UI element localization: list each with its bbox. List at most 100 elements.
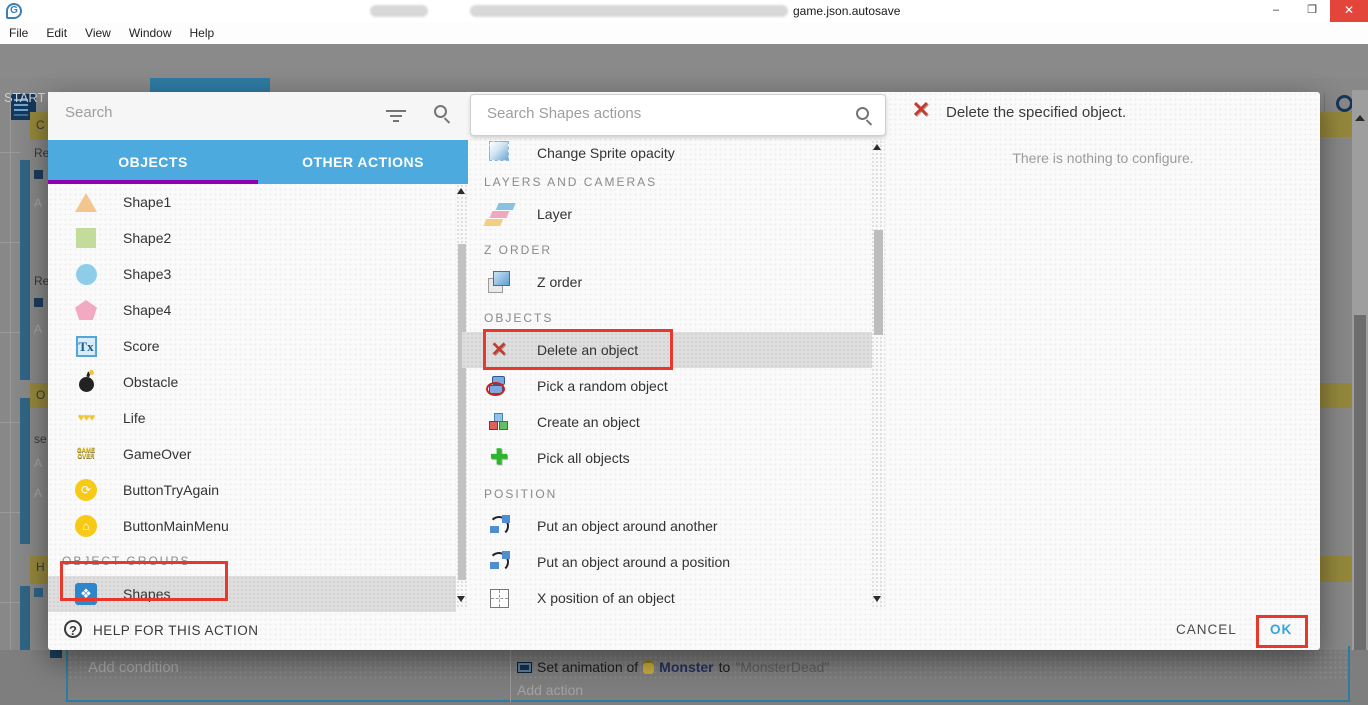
objects-list: Shape1 Shape2 Shape3 Shape4 Tx Score Obs… [48, 184, 456, 612]
object-row-buttontryagain[interactable]: ⟳ ButtonTryAgain [48, 472, 456, 508]
nothing-to-configure-message: There is nothing to configure. [886, 150, 1320, 166]
object-row-life[interactable]: ♥♥♥ Life [48, 400, 456, 436]
action-config-panel: ✕ Delete the specified object. There is … [886, 92, 1320, 612]
action-text: to [719, 659, 731, 675]
menu-edit[interactable]: Edit [37, 22, 76, 44]
action-row[interactable]: Set animation of Monster to "MonsterDead… [517, 659, 829, 675]
gameover-sprite-icon: GAME OVER [74, 448, 98, 460]
conditions-actions-divider [510, 650, 511, 702]
search-icon[interactable] [434, 105, 447, 118]
add-action-link[interactable]: Add action [517, 682, 583, 698]
create-object-icon [488, 411, 510, 433]
object-row-obstacle[interactable]: Obstacle [48, 364, 456, 400]
object-label: ButtonTryAgain [123, 482, 219, 498]
scroll-up-arrow[interactable] [1355, 115, 1365, 121]
opacity-icon [488, 141, 510, 161]
cancel-button[interactable]: CANCEL [1176, 622, 1237, 637]
action-row-change-sprite-opacity[interactable]: Change Sprite opacity [462, 136, 872, 164]
help-icon[interactable]: ? [64, 620, 82, 638]
pick-random-icon [488, 375, 510, 397]
redacted-title-segment [470, 5, 788, 17]
comment-row-fragment-right [1320, 556, 1352, 582]
object-row-shape4[interactable]: Shape4 [48, 292, 456, 328]
add-condition-link[interactable]: Add condition [88, 659, 179, 676]
comment-row-fragment-right [1320, 112, 1352, 137]
action-row-around-position[interactable]: Put an object around a position [462, 544, 872, 580]
x-position-icon [488, 589, 510, 608]
actions-list-scrollbar[interactable] [871, 140, 885, 608]
retry-button-icon: ⟳ [74, 479, 98, 501]
action-label: Pick all objects [537, 450, 630, 466]
action-animation-value: "MonsterDead" [735, 659, 829, 675]
object-row-buttonmainmenu[interactable]: ⌂ ButtonMainMenu [48, 508, 456, 544]
tab-objects[interactable]: OBJECTS [48, 140, 258, 184]
events-ruler [10, 90, 11, 705]
text-fragment: A [34, 456, 42, 470]
action-row-layer[interactable]: Layer [462, 196, 872, 232]
around-object-icon [488, 515, 510, 537]
event-group-bar [20, 160, 30, 380]
object-row-shape1[interactable]: Shape1 [48, 184, 456, 220]
object-row-score[interactable]: Tx Score [48, 328, 456, 364]
action-row-around-another[interactable]: Put an object around another [462, 508, 872, 544]
choose-action-dialog: OBJECTS OTHER ACTIONS Shape1 Shape2 Shap… [48, 92, 1320, 650]
action-label: Create an object [537, 414, 640, 430]
pentagon-icon [74, 300, 98, 320]
scroll-down-arrow[interactable] [873, 596, 881, 602]
action-description: Delete the specified object. [946, 104, 1126, 121]
text-fragment: se [34, 432, 47, 446]
menu-window[interactable]: Window [120, 22, 181, 44]
events-scrollbar-thumb[interactable] [1354, 315, 1366, 688]
minimize-button[interactable]: – [1258, 0, 1294, 22]
action-row-x-position[interactable]: X position of an object [462, 580, 872, 616]
action-row-pick-all[interactable]: ✚ Pick all objects [462, 440, 872, 476]
menu-view[interactable]: View [76, 22, 120, 44]
object-label: Life [123, 410, 146, 426]
action-row-zorder[interactable]: Z order [462, 264, 872, 300]
square-icon [74, 228, 98, 248]
help-for-this-action-link[interactable]: HELP FOR THIS ACTION [93, 623, 259, 638]
section-header-position: POSITION [462, 476, 872, 508]
actions-search-input[interactable] [487, 105, 817, 122]
object-search-bar [48, 92, 468, 140]
green-plus-icon: ✚ [488, 448, 510, 468]
object-row-gameover[interactable]: GAME OVER GameOver [48, 436, 456, 472]
text-fragment: C [36, 118, 45, 132]
filter-icon[interactable] [386, 110, 406, 112]
titlebar: G game.json.autosave – ❐ ✕ [0, 0, 1368, 22]
object-row-shape3[interactable]: Shape3 [48, 256, 456, 292]
object-label: Shape4 [123, 302, 171, 318]
object-label: Shape2 [123, 230, 171, 246]
annotation-box-delete-object [483, 329, 673, 370]
search-icon[interactable] [1336, 95, 1353, 112]
action-text: Set animation of [537, 659, 638, 675]
action-row-create-object[interactable]: Create an object [462, 404, 872, 440]
restore-button[interactable]: ❐ [1294, 0, 1330, 22]
scene-tab[interactable] [150, 78, 270, 92]
action-label: Put an object around another [537, 518, 718, 534]
window-title: game.json.autosave [793, 4, 900, 18]
tab-other-actions[interactable]: OTHER ACTIONS [258, 140, 468, 184]
circle-icon [74, 264, 98, 285]
object-search-input[interactable] [65, 104, 365, 121]
annotation-box-ok [1256, 615, 1308, 648]
action-row-pick-random[interactable]: Pick a random object [462, 368, 872, 404]
scroll-up-arrow[interactable] [873, 144, 881, 150]
ruler-tick [0, 332, 20, 333]
menu-file[interactable]: File [0, 22, 37, 44]
search-icon[interactable] [856, 107, 869, 120]
text-object-icon: Tx [74, 336, 98, 357]
home-button-icon: ⌂ [74, 515, 98, 537]
text-fragment: H [36, 560, 45, 574]
object-row-shape2[interactable]: Shape2 [48, 220, 456, 256]
actions-scrollbar-thumb[interactable] [874, 230, 883, 335]
section-header-layers: LAYERS AND CAMERAS [462, 164, 872, 196]
ruler-tick [0, 152, 20, 153]
actions-search-bar [470, 94, 886, 136]
menu-help[interactable]: Help [181, 22, 224, 44]
action-object-name: Monster [659, 659, 713, 675]
icon-fragment [34, 588, 43, 597]
monster-object-icon [643, 660, 654, 674]
close-button[interactable]: ✕ [1330, 0, 1368, 22]
action-label: Pick a random object [537, 378, 668, 394]
